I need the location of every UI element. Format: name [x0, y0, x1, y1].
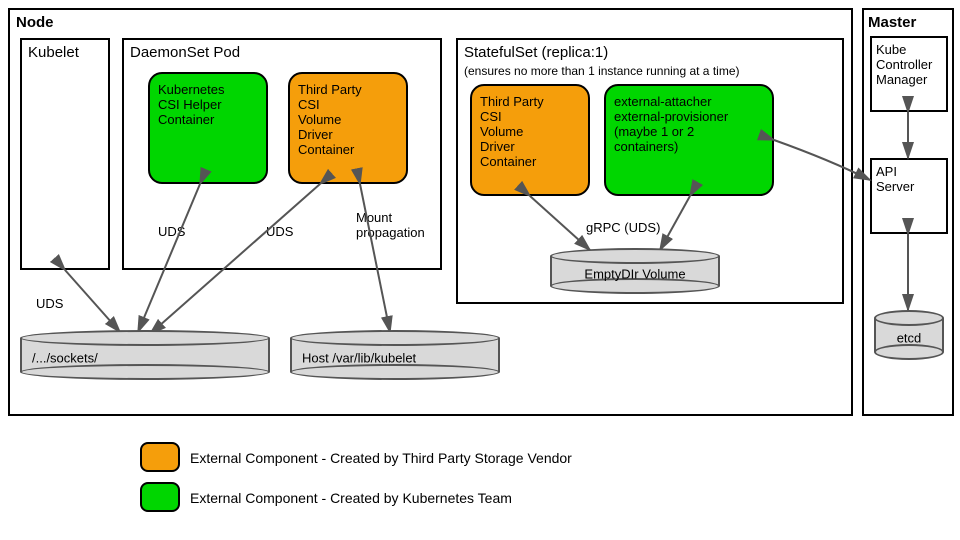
uds-label-kubelet: UDS [36, 296, 63, 311]
emptydir-volume: EmptyDIr Volume [550, 248, 720, 294]
statefulset-title: StatefulSet (replica:1) [464, 44, 608, 61]
legend-orange-label: External Component - Created by Third Pa… [190, 450, 572, 466]
legend-swatch-green [140, 482, 180, 512]
statefulset-note: (ensures no more than 1 instance running… [464, 64, 739, 78]
kcm-label: Kube Controller Manager [876, 42, 932, 87]
sockets-label: /.../sockets/ [20, 351, 270, 366]
apiserver-box: API Server [870, 158, 948, 234]
statefulset-driver-container: Third Party CSI Volume Driver Container [470, 84, 590, 196]
external-attacher-container: external-attacher external-provisioner (… [604, 84, 774, 196]
statefulset-driver-label: Third Party CSI Volume Driver Container [480, 94, 544, 169]
grpc-label: gRPC (UDS) [586, 220, 660, 235]
csi-helper-label: Kubernetes CSI Helper Container [158, 82, 225, 127]
daemonset-driver-label: Third Party CSI Volume Driver Container [298, 82, 362, 157]
uds-label-helper: UDS [158, 224, 185, 239]
daemonset-title: DaemonSet Pod [130, 44, 240, 61]
kubelet-box [20, 38, 110, 270]
etcd-label: etcd [874, 331, 944, 346]
emptydir-label: EmptyDIr Volume [550, 267, 720, 282]
hostpath-volume: Host /var/lib/kubelet [290, 330, 500, 380]
daemonset-driver-container: Third Party CSI Volume Driver Container [288, 72, 408, 184]
hostpath-label: Host /var/lib/kubelet [290, 351, 500, 366]
apiserver-label: API Server [876, 164, 914, 194]
legend-swatch-orange [140, 442, 180, 472]
master-title: Master [868, 14, 916, 31]
mount-propagation-label: Mount propagation [356, 210, 425, 240]
legend-green-label: External Component - Created by Kubernet… [190, 490, 512, 506]
external-attacher-label: external-attacher external-provisioner (… [614, 94, 728, 154]
uds-label-driver: UDS [266, 224, 293, 239]
kubelet-label: Kubelet [28, 44, 79, 61]
csi-helper-container: Kubernetes CSI Helper Container [148, 72, 268, 184]
etcd-volume: etcd [874, 310, 944, 360]
node-title: Node [16, 14, 54, 31]
kcm-box: Kube Controller Manager [870, 36, 948, 112]
sockets-volume: /.../sockets/ [20, 330, 270, 380]
